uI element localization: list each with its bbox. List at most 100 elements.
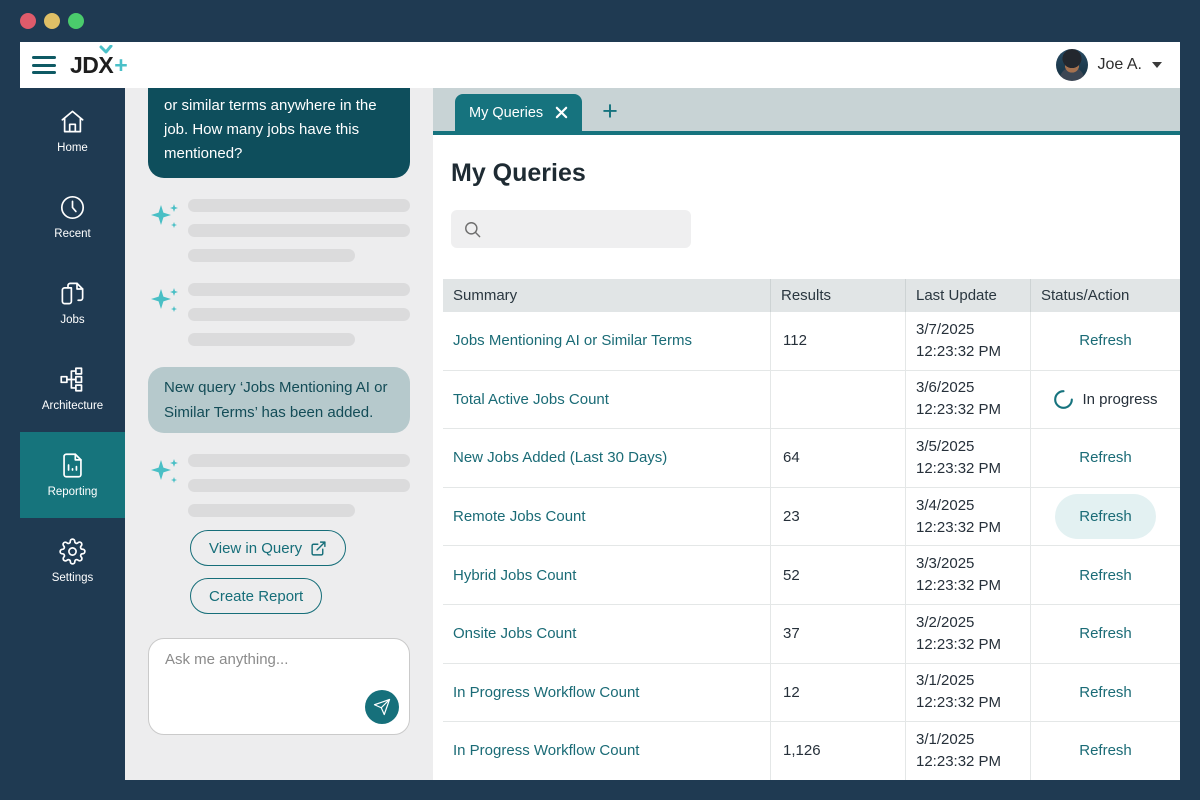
last-update-date: 3/4/2025	[916, 495, 1001, 517]
column-header-summary: Summary	[443, 279, 770, 312]
query-link[interactable]: Hybrid Jobs Count	[453, 567, 576, 584]
column-header-last-update: Last Update	[905, 279, 1030, 312]
chat-input-placeholder: Ask me anything...	[149, 639, 409, 680]
chevron-down-icon	[1152, 62, 1162, 68]
tab-bar: My Queries +	[433, 88, 1180, 135]
sidebar-item-home[interactable]: Home	[20, 88, 125, 174]
table-row: New Jobs Added (Last 30 Days) 64 3/5/202…	[443, 429, 1180, 488]
last-update-time: 12:23:32 PM	[916, 751, 1001, 773]
skeleton-bar	[188, 283, 410, 296]
query-added-notification: New query ‘Jobs Mentioning AI or Similar…	[148, 367, 410, 433]
assistant-response-loading	[148, 454, 410, 517]
send-button[interactable]	[365, 690, 399, 724]
view-in-query-button[interactable]: View in Query	[190, 530, 346, 566]
minimize-window-button[interactable]	[44, 13, 60, 29]
app-window: JDX+ Joe A. Home Recent Jobs A	[20, 42, 1180, 780]
progress-status: In progress	[1053, 389, 1157, 410]
gear-icon	[59, 538, 86, 565]
report-icon	[59, 452, 86, 479]
query-link[interactable]: In Progress Workflow Count	[453, 684, 639, 701]
user-message-bubble: or similar terms anywhere in the job. Ho…	[148, 88, 410, 178]
sidebar-item-recent[interactable]: Recent	[20, 174, 125, 260]
window-titlebar	[0, 0, 1200, 42]
maximize-window-button[interactable]	[68, 13, 84, 29]
sidebar-item-jobs[interactable]: Jobs	[20, 260, 125, 346]
refresh-button[interactable]: Refresh	[1055, 728, 1156, 773]
refresh-button[interactable]: Refresh	[1055, 670, 1156, 715]
table-row: Jobs Mentioning AI or Similar Terms 112 …	[443, 312, 1180, 371]
last-update-time: 12:23:32 PM	[916, 399, 1001, 421]
assistant-response-loading	[148, 199, 410, 262]
logo-check-icon	[99, 45, 113, 55]
ai-sparkle-icon	[148, 454, 188, 517]
column-header-status-action: Status/Action	[1030, 279, 1180, 312]
avatar	[1056, 49, 1088, 81]
search-icon	[463, 220, 482, 239]
results-value: 23	[770, 488, 905, 546]
hamburger-menu-icon[interactable]	[32, 56, 56, 74]
skeleton-bar	[188, 224, 410, 237]
refresh-button[interactable]: Refresh	[1055, 318, 1156, 363]
last-update-date: 3/3/2025	[916, 553, 1001, 575]
table-header-row: Summary Results Last Update Status/Actio…	[443, 279, 1180, 312]
skeleton-bar	[188, 249, 355, 262]
table-row: Onsite Jobs Count 37 3/2/202512:23:32 PM…	[443, 605, 1180, 664]
create-report-button[interactable]: Create Report	[190, 578, 322, 614]
table-row: Remote Jobs Count 23 3/4/202512:23:32 PM…	[443, 488, 1180, 547]
results-value: 12	[770, 664, 905, 722]
results-value: 52	[770, 546, 905, 604]
query-link[interactable]: In Progress Workflow Count	[453, 742, 639, 759]
results-value: 64	[770, 429, 905, 487]
results-value	[770, 371, 905, 429]
sidebar-item-reporting[interactable]: Reporting	[20, 432, 125, 518]
flowchart-icon	[59, 366, 86, 393]
query-link[interactable]: Onsite Jobs Count	[453, 625, 576, 642]
table-row: In Progress Workflow Count 12 3/1/202512…	[443, 664, 1180, 723]
documents-icon	[59, 280, 86, 307]
home-icon	[59, 108, 86, 135]
add-tab-button[interactable]: +	[602, 98, 618, 125]
last-update-time: 12:23:32 PM	[916, 341, 1001, 363]
last-update-time: 12:23:32 PM	[916, 517, 1001, 539]
tab-my-queries[interactable]: My Queries	[455, 94, 582, 131]
close-window-button[interactable]	[20, 13, 36, 29]
last-update-date: 3/1/2025	[916, 670, 1001, 692]
refresh-button[interactable]: Refresh	[1055, 494, 1156, 539]
query-link[interactable]: Total Active Jobs Count	[453, 391, 609, 408]
refresh-button[interactable]: Refresh	[1055, 435, 1156, 480]
refresh-button[interactable]: Refresh	[1055, 553, 1156, 598]
clock-icon	[59, 194, 86, 221]
send-icon	[373, 698, 391, 716]
skeleton-bar	[188, 479, 410, 492]
table-row: In Progress Workflow Count 1,126 3/1/202…	[443, 722, 1180, 780]
search-box[interactable]	[451, 210, 691, 248]
results-value: 1,126	[770, 722, 905, 780]
table-row: Hybrid Jobs Count 52 3/3/202512:23:32 PM…	[443, 546, 1180, 605]
assistant-chat-panel: or similar terms anywhere in the job. Ho…	[125, 88, 433, 780]
query-link[interactable]: New Jobs Added (Last 30 Days)	[453, 449, 667, 466]
results-value: 112	[770, 312, 905, 370]
user-name: Joe A.	[1098, 56, 1142, 74]
refresh-button[interactable]: Refresh	[1055, 611, 1156, 656]
close-tab-icon[interactable]	[555, 106, 568, 119]
last-update-date: 3/5/2025	[916, 436, 1001, 458]
search-input[interactable]	[490, 210, 691, 248]
query-link[interactable]: Jobs Mentioning AI or Similar Terms	[453, 332, 692, 349]
table-row: Total Active Jobs Count 3/6/202512:23:32…	[443, 371, 1180, 430]
logo-plus: +	[114, 52, 127, 79]
query-link[interactable]: Remote Jobs Count	[453, 508, 586, 525]
skeleton-bar	[188, 454, 410, 467]
sidebar: Home Recent Jobs Architecture Reporting …	[20, 88, 125, 780]
last-update-date: 3/1/2025	[916, 729, 1001, 751]
last-update-date: 3/7/2025	[916, 319, 1001, 341]
user-menu[interactable]: Joe A.	[1056, 49, 1162, 81]
chat-input[interactable]: Ask me anything...	[148, 638, 410, 735]
skeleton-bar	[188, 308, 410, 321]
sidebar-item-architecture[interactable]: Architecture	[20, 346, 125, 432]
logo-x: X	[98, 52, 113, 79]
ai-sparkle-icon	[148, 199, 188, 262]
results-value: 37	[770, 605, 905, 663]
app-logo: JDX+	[70, 52, 127, 79]
sidebar-item-settings[interactable]: Settings	[20, 518, 125, 604]
last-update-time: 12:23:32 PM	[916, 692, 1001, 714]
